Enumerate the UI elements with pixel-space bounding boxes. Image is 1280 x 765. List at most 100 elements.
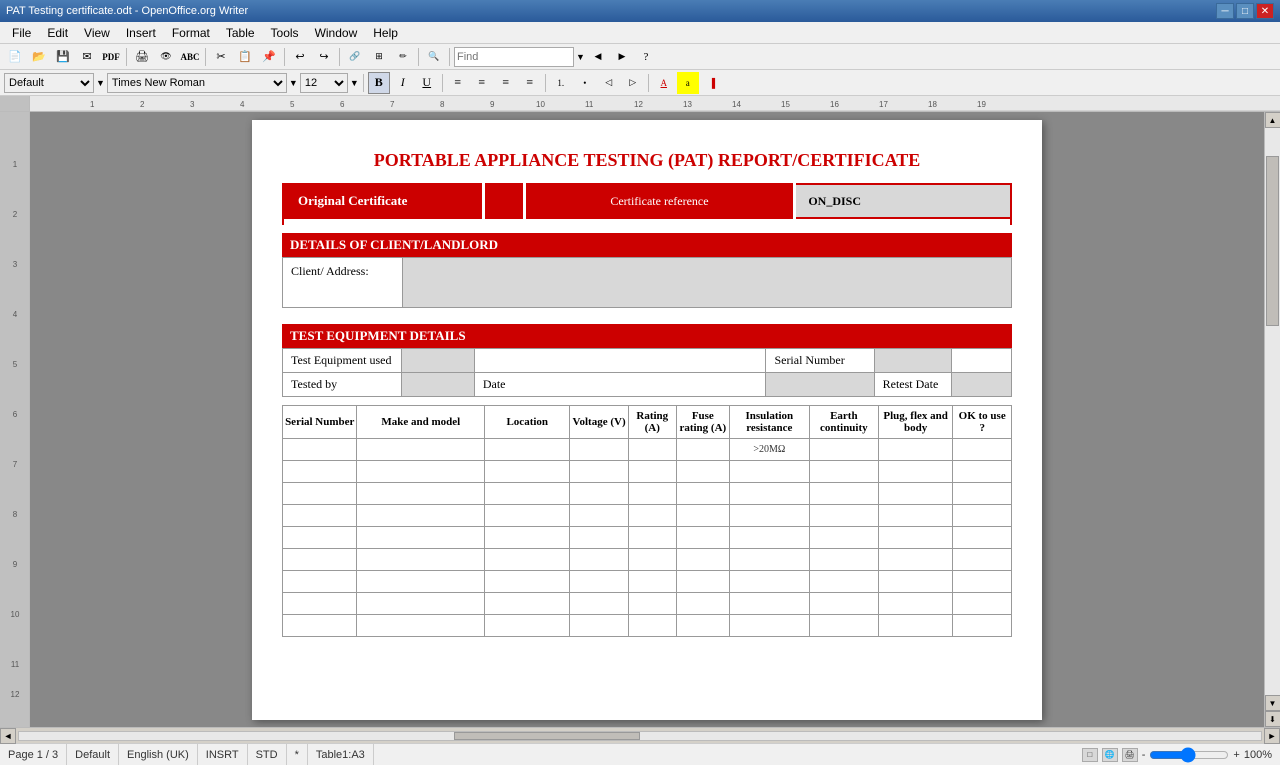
- fmt-separator-4: [648, 74, 649, 92]
- menu-file[interactable]: File: [4, 24, 39, 42]
- align-left-button[interactable]: ≡: [447, 72, 469, 94]
- paragraph-style-select[interactable]: Default: [4, 73, 94, 93]
- scroll-down-button[interactable]: ▼: [1265, 695, 1280, 711]
- font-dropdown-arrow[interactable]: ▼: [289, 78, 298, 88]
- minimize-button[interactable]: ─: [1216, 3, 1234, 19]
- menu-edit[interactable]: Edit: [39, 24, 76, 42]
- undo-button[interactable]: ↩: [289, 46, 311, 68]
- horizontal-ruler: 1 2 3 4 5 6 7 8 9 10 11 12 13 14 15 16 1…: [0, 96, 1280, 112]
- paste-button[interactable]: 📌: [258, 46, 280, 68]
- menu-tools[interactable]: Tools: [263, 24, 307, 42]
- align-right-button[interactable]: ≡: [495, 72, 517, 94]
- size-dropdown-arrow[interactable]: ▼: [350, 78, 359, 88]
- svg-text:12: 12: [634, 100, 643, 109]
- view-print-button[interactable]: 🖨: [1122, 748, 1138, 762]
- col-location: Location: [485, 406, 570, 439]
- svg-text:7: 7: [390, 100, 395, 109]
- underline-button[interactable]: U: [416, 72, 438, 94]
- insert-mode[interactable]: INSRT: [198, 744, 248, 765]
- preview-button[interactable]: 👁: [155, 46, 177, 68]
- highlight-button[interactable]: a: [677, 72, 699, 94]
- redo-button[interactable]: ↪: [313, 46, 335, 68]
- scroll-to-end-button[interactable]: ⬇: [1265, 711, 1280, 727]
- show-draw-button[interactable]: ✏: [392, 46, 414, 68]
- scroll-right-button[interactable]: ►: [1264, 728, 1280, 744]
- maximize-button[interactable]: □: [1236, 3, 1254, 19]
- language-status: English (UK): [119, 744, 198, 765]
- table-row: [283, 483, 1012, 505]
- align-center-button[interactable]: ≡: [471, 72, 493, 94]
- fmt-separator-1: [363, 74, 364, 92]
- svg-text:10: 10: [11, 610, 20, 619]
- new-button[interactable]: 📄: [4, 46, 26, 68]
- copy-button[interactable]: 📋: [234, 46, 256, 68]
- menu-help[interactable]: Help: [365, 24, 406, 42]
- h-scroll-track[interactable]: [18, 731, 1262, 741]
- toolbar-separator-6: [449, 48, 450, 66]
- svg-text:7: 7: [13, 460, 18, 469]
- spellcheck-button[interactable]: ABC: [179, 46, 201, 68]
- standard-toolbar: 📄 📂 💾 ✉ PDF 🖨 👁 ABC ✂ 📋 📌 ↩ ↪ 🔗 ⊞ ✏ 🔍 ▼ …: [0, 44, 1280, 70]
- table-button[interactable]: ⊞: [368, 46, 390, 68]
- menu-bar: File Edit View Insert Format Table Tools…: [0, 22, 1280, 44]
- status-bar: Page 1 / 3 Default English (UK) INSRT ST…: [0, 743, 1280, 765]
- page-count: Page 1 / 3: [0, 744, 67, 765]
- menu-table[interactable]: Table: [218, 24, 263, 42]
- insulation-note: >20MΩ: [729, 439, 809, 461]
- cut-button[interactable]: ✂: [210, 46, 232, 68]
- view-web-button[interactable]: 🌐: [1102, 748, 1118, 762]
- table-row: [283, 527, 1012, 549]
- document-scroll-area[interactable]: PORTABLE APPLIANCE TESTING (PAT) REPORT/…: [30, 112, 1264, 727]
- open-button[interactable]: 📂: [28, 46, 50, 68]
- font-color-button[interactable]: A: [653, 72, 675, 94]
- scroll-up-button[interactable]: ▲: [1265, 112, 1280, 128]
- align-justify-button[interactable]: ≡: [519, 72, 541, 94]
- vertical-ruler: 1 2 3 4 5 6 7 8 9 10 11 12: [0, 112, 30, 727]
- fmt-separator-3: [545, 74, 546, 92]
- style-dropdown-arrow[interactable]: ▼: [96, 78, 105, 88]
- email-button[interactable]: ✉: [76, 46, 98, 68]
- menu-view[interactable]: View: [76, 24, 118, 42]
- help-button[interactable]: ?: [635, 46, 657, 68]
- hyperlink-button[interactable]: 🔗: [344, 46, 366, 68]
- svg-text:16: 16: [830, 100, 839, 109]
- h-scroll-thumb[interactable]: [454, 732, 640, 740]
- pdf-button[interactable]: PDF: [100, 46, 122, 68]
- font-name-select[interactable]: Times New Roman: [107, 73, 287, 93]
- italic-button[interactable]: I: [392, 72, 414, 94]
- find-dropdown[interactable]: ▼: [576, 52, 585, 62]
- equipment-table: Test Equipment used Serial Number Tested…: [282, 348, 1012, 397]
- scroll-left-button[interactable]: ◄: [0, 728, 16, 744]
- font-size-select[interactable]: 12: [300, 73, 348, 93]
- menu-window[interactable]: Window: [307, 24, 366, 42]
- menu-insert[interactable]: Insert: [118, 24, 164, 42]
- cert-ref-value: ON_DISC: [808, 194, 861, 208]
- toolbar-separator-4: [339, 48, 340, 66]
- toolbar-separator-1: [126, 48, 127, 66]
- find-next-button[interactable]: ▶: [611, 46, 633, 68]
- find-prev-button[interactable]: ◀: [587, 46, 609, 68]
- table-reference: Table1:A3: [308, 744, 374, 765]
- svg-text:5: 5: [290, 100, 295, 109]
- view-normal-button[interactable]: □: [1082, 748, 1098, 762]
- indent-more-button[interactable]: ▷: [622, 72, 644, 94]
- menu-format[interactable]: Format: [164, 24, 218, 42]
- zoom-slider[interactable]: [1149, 747, 1229, 763]
- print-button[interactable]: 🖨: [131, 46, 153, 68]
- bold-button[interactable]: B: [368, 72, 390, 94]
- horizontal-scrollbar[interactable]: ◄ ►: [0, 727, 1280, 743]
- svg-text:8: 8: [13, 510, 18, 519]
- zoom-out-icon[interactable]: -: [1142, 749, 1146, 761]
- numbering-button[interactable]: 1.: [550, 72, 572, 94]
- table-row: [283, 549, 1012, 571]
- vertical-scrollbar[interactable]: ▲ ▼ ⬇: [1264, 112, 1280, 727]
- find-input[interactable]: [454, 47, 574, 67]
- bullets-button[interactable]: •: [574, 72, 596, 94]
- zoom-in-icon[interactable]: +: [1233, 749, 1239, 761]
- indent-less-button[interactable]: ◁: [598, 72, 620, 94]
- char-bg-button[interactable]: ▐: [701, 72, 723, 94]
- save-button[interactable]: 💾: [52, 46, 74, 68]
- close-button[interactable]: ✕: [1256, 3, 1274, 19]
- find-toolbar-button[interactable]: 🔍: [423, 46, 445, 68]
- table-row: [283, 461, 1012, 483]
